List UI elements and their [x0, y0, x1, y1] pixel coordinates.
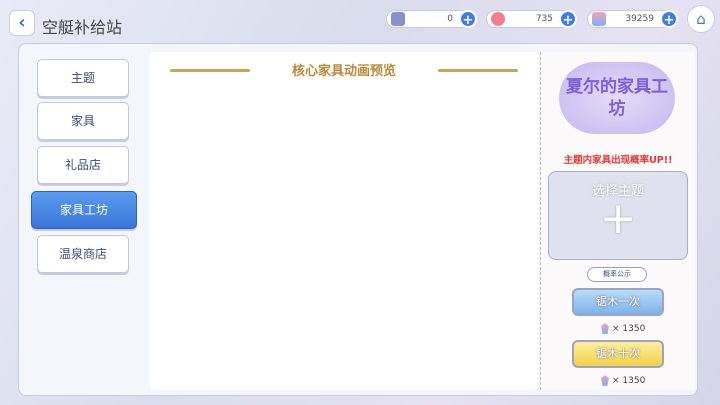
select-theme-button[interactable]: 选择主题 +: [548, 171, 688, 260]
add-gem-button[interactable]: +: [660, 10, 678, 28]
gem-icon: [601, 323, 609, 334]
ticket-icon: [391, 12, 405, 26]
saw-once-button[interactable]: 锯木一次: [572, 288, 664, 316]
workshop-sidebar: 夏尔的家具工坊 主题内家具出现概率UP!! 选择主题 + 概率公示 锯木一次 ×…: [540, 52, 695, 390]
divider: [438, 69, 518, 72]
coin-icon: [491, 12, 505, 26]
menu-gift-shop[interactable]: 礼品店: [37, 146, 129, 184]
menu-furniture-workshop[interactable]: 家具工坊: [31, 191, 137, 229]
gem-icon: [601, 375, 609, 386]
workshop-logo: 夏尔的家具工坊: [559, 62, 675, 134]
gem-counter: 39259 +: [587, 10, 678, 28]
menu-theme[interactable]: 主题: [37, 59, 129, 97]
home-button[interactable]: ⌂: [687, 5, 715, 33]
ticket-counter: 0 +: [386, 10, 477, 28]
menu-furniture[interactable]: 家具: [37, 102, 129, 140]
plus-icon: +: [599, 193, 637, 244]
probability-button[interactable]: 概率公示: [587, 267, 647, 282]
saw-ten-cost: × 1350: [601, 375, 645, 386]
rate-up-notice: 主题内家具出现概率UP!!: [563, 155, 673, 166]
preview-area: 核心家具动画预览: [150, 52, 538, 390]
back-button[interactable]: ‹: [9, 10, 35, 36]
saw-once-cost: × 1350: [601, 323, 645, 334]
page-title: 空艇补给站: [42, 18, 123, 37]
gem-icon: [592, 12, 606, 26]
saw-ten-button[interactable]: 锯木十次: [572, 340, 664, 368]
menu-hot-spring-shop[interactable]: 温泉商店: [37, 235, 129, 273]
add-coin-button[interactable]: +: [559, 10, 577, 28]
coin-counter: 735 +: [486, 10, 577, 28]
add-ticket-button[interactable]: +: [459, 10, 477, 28]
